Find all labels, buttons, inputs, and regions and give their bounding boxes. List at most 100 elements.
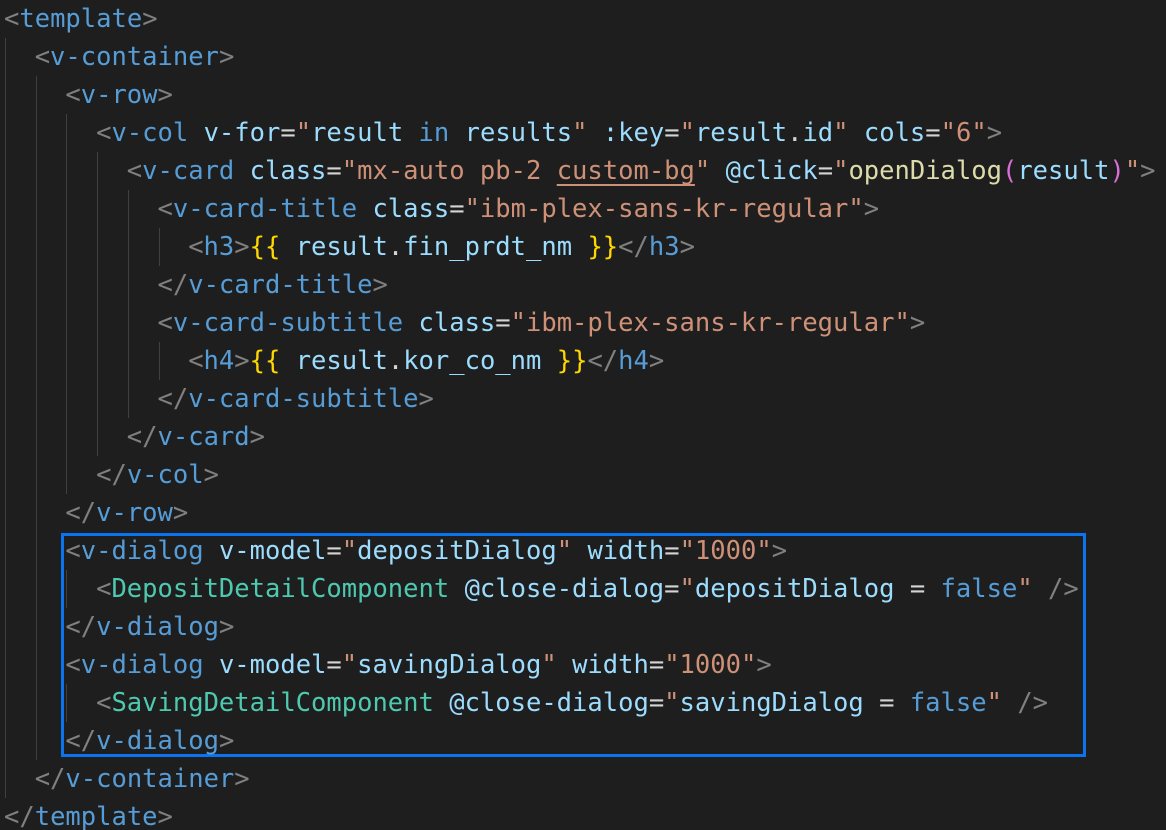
code-token: " bbox=[556, 536, 573, 566]
code-token: > bbox=[986, 118, 1003, 148]
code-token: h3 bbox=[648, 232, 680, 262]
code-token: > bbox=[648, 346, 665, 376]
code-token: "ibm-plex-sans-kr-regular" bbox=[510, 308, 910, 338]
code-line[interactable]: <v-card-subtitle class="ibm-plex-sans-kr… bbox=[158, 304, 926, 342]
code-token: DepositDetailComponent bbox=[111, 574, 450, 604]
code-line[interactable]: <v-dialog v-model="depositDialog" width=… bbox=[65, 532, 787, 570]
code-token: v-dialog bbox=[80, 536, 204, 566]
code-token: > bbox=[418, 384, 434, 414]
code-token: h3 bbox=[203, 232, 235, 262]
code-token: < bbox=[65, 650, 81, 680]
code-token: " bbox=[833, 156, 849, 186]
code-token: </ bbox=[587, 346, 619, 376]
code-line[interactable]: <h4>{{ result.kor_co_nm }}</h4> bbox=[188, 342, 664, 380]
indent-guide bbox=[127, 190, 129, 418]
code-token: v-container bbox=[65, 764, 235, 794]
code-token: " bbox=[694, 156, 711, 186]
code-token: < bbox=[96, 118, 112, 148]
code-line[interactable]: <DepositDetailComponent @close-dialog="d… bbox=[96, 570, 1079, 608]
code-token: </ bbox=[65, 612, 97, 642]
code-token: savingDialog bbox=[357, 650, 542, 680]
code-line[interactable]: </v-container> bbox=[35, 760, 250, 798]
code-token: = bbox=[817, 156, 834, 186]
code-token: v-row bbox=[96, 498, 173, 528]
code-token: = bbox=[925, 118, 941, 148]
code-token: > bbox=[172, 498, 189, 528]
code-token: </ bbox=[65, 726, 97, 756]
code-line[interactable]: <v-row> bbox=[65, 76, 172, 114]
code-token: = bbox=[664, 118, 680, 148]
code-line[interactable]: <v-card-title class="ibm-plex-sans-kr-re… bbox=[158, 190, 880, 228]
code-token: v-card-subtitle bbox=[188, 384, 419, 414]
code-token: </ bbox=[96, 460, 127, 490]
code-token: " bbox=[679, 574, 695, 604]
code-token: > bbox=[234, 232, 250, 262]
code-token: v-model bbox=[218, 536, 327, 566]
code-token: class bbox=[372, 194, 450, 224]
code-token: > bbox=[909, 308, 926, 338]
code-token: > bbox=[234, 764, 250, 794]
code-token: v-card bbox=[142, 156, 235, 186]
code-token: > bbox=[218, 42, 235, 72]
code-token: = bbox=[664, 574, 680, 604]
code-token: < bbox=[157, 194, 173, 224]
code-token: > bbox=[234, 346, 250, 376]
code-line[interactable]: </template> bbox=[4, 798, 173, 830]
code-line[interactable]: <v-dialog v-model="savingDialog" width="… bbox=[65, 646, 771, 684]
code-token: result bbox=[694, 118, 788, 148]
code-token: {{ bbox=[249, 232, 281, 262]
indent-guide bbox=[35, 76, 37, 760]
code-line[interactable]: </v-card-subtitle> bbox=[158, 380, 434, 418]
indent-guide bbox=[66, 684, 68, 722]
code-token: v-card-title bbox=[188, 270, 373, 300]
code-token: = bbox=[326, 156, 342, 186]
code-token: = bbox=[326, 650, 342, 680]
code-token: < bbox=[188, 232, 204, 262]
code-token: < bbox=[126, 156, 143, 186]
code-line[interactable]: <SavingDetailComponent @close-dialog="sa… bbox=[96, 684, 1048, 722]
code-line[interactable]: <v-col v-for="result in results" :key="r… bbox=[96, 114, 1002, 152]
code-line[interactable]: <h3>{{ result.fin_prdt_nm }}</h3> bbox=[188, 228, 695, 266]
code-token: v-container bbox=[50, 42, 219, 72]
code-line[interactable]: <template> bbox=[4, 0, 158, 38]
code-token: @close-dialog bbox=[449, 688, 649, 718]
code-line[interactable]: </v-card> bbox=[127, 418, 265, 456]
code-line[interactable]: <v-container> bbox=[35, 38, 235, 76]
code-line[interactable]: <v-card class="mx-auto pb-2 custom-bg" @… bbox=[127, 152, 1156, 190]
code-token: kor_co_nm bbox=[403, 346, 542, 376]
code-token: v-dialog bbox=[96, 726, 219, 756]
code-token: = bbox=[495, 308, 511, 338]
code-line[interactable]: </v-dialog> bbox=[65, 608, 234, 646]
code-token: > bbox=[756, 650, 772, 680]
code-line[interactable]: </v-row> bbox=[65, 494, 188, 532]
code-line[interactable]: </v-col> bbox=[96, 456, 219, 494]
code-token: depositDialog bbox=[694, 574, 895, 604]
indent-guide bbox=[158, 342, 160, 380]
code-token: < bbox=[65, 80, 81, 110]
code-token: results bbox=[464, 118, 573, 148]
code-token: > bbox=[372, 270, 388, 300]
code-token: = bbox=[449, 194, 465, 224]
code-token: > bbox=[1140, 156, 1156, 186]
code-token: }} bbox=[587, 232, 619, 262]
code-token: " bbox=[833, 118, 849, 148]
code-token: v-col bbox=[126, 460, 204, 490]
code-token: " bbox=[986, 688, 1002, 718]
code-token: }} bbox=[556, 346, 588, 376]
code-token: </ bbox=[65, 498, 97, 528]
code-token: h4 bbox=[618, 346, 649, 376]
code-token: template bbox=[34, 802, 158, 830]
code-line[interactable]: </v-dialog> bbox=[65, 722, 234, 760]
code-token: </ bbox=[157, 270, 189, 300]
code-editor[interactable]: <template> <v-container> <v-row> <v-col v-f… bbox=[0, 0, 1166, 830]
code-line[interactable]: </v-card-title> bbox=[158, 266, 388, 304]
code-token: width bbox=[587, 536, 665, 566]
